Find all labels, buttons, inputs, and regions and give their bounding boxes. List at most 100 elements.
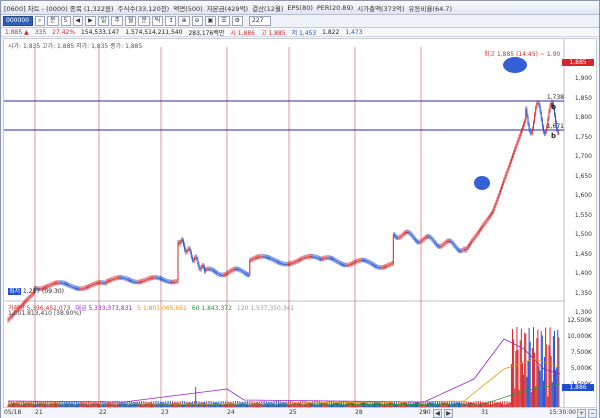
volume-axis-label: 10,000K	[567, 333, 592, 340]
toolbar-button[interactable]: ▶	[85, 16, 96, 26]
candle-body	[463, 248, 465, 250]
candle-body	[136, 282, 138, 284]
volume-bar	[8, 401, 10, 407]
time-axis-label: 25	[289, 409, 297, 416]
candle-body	[60, 282, 62, 284]
toolbar-button[interactable]: 월	[124, 16, 137, 26]
toolbar-button[interactable]: ◀	[72, 16, 84, 26]
candle-body	[464, 248, 466, 251]
volume-bar	[166, 404, 168, 407]
candle-body	[403, 233, 405, 235]
volume-bar	[197, 404, 199, 407]
volume-bar	[51, 401, 53, 407]
candle-body	[311, 256, 313, 258]
volume-legend-item: 120 1,537,350,341	[236, 305, 295, 312]
candle-body	[507, 167, 509, 171]
volume-bar	[290, 401, 292, 407]
low-text: 1,257 (09:30)	[22, 288, 65, 295]
candle-body	[499, 189, 501, 193]
price-summary-item: 154,533,147	[81, 28, 120, 36]
candle-body	[400, 236, 402, 238]
candle-body	[377, 266, 379, 268]
price-axis-label: 1,300	[574, 309, 592, 316]
candle-body	[91, 284, 93, 286]
candle-body	[277, 261, 279, 263]
search-icon[interactable]: ⌕	[35, 16, 45, 26]
candle-body	[9, 317, 11, 319]
candle-body	[360, 260, 362, 262]
zoom-in-icon[interactable]: +	[577, 409, 586, 418]
candle-body	[88, 286, 90, 288]
volume-bar	[285, 401, 287, 407]
candle-body	[379, 267, 381, 269]
candle-body	[165, 280, 167, 282]
stock-code-input[interactable]: 000000	[3, 16, 33, 26]
volume-bar	[485, 401, 487, 407]
chart-area[interactable]: 시가: 1,835 고가: 1,885 저가: 1,835 종가: 1,885 …	[3, 38, 598, 409]
candle-body	[285, 264, 287, 266]
volume-bar	[170, 403, 172, 407]
candle-body	[67, 284, 69, 286]
toolbar-button[interactable]: ⚙	[231, 16, 243, 26]
toolbar-button[interactable]: 틱	[151, 16, 164, 26]
candle-body	[378, 267, 380, 269]
scroll-right-icon[interactable]: ▶	[444, 409, 453, 418]
toolbar-button[interactable]: ☰	[218, 16, 230, 26]
candle-body	[335, 260, 337, 262]
volume-bar	[233, 404, 235, 407]
ohlc-legend: 시가: 1,835 고가: 1,885 저가: 1,835 종가: 1,885	[8, 43, 143, 50]
volume-bar	[37, 401, 39, 407]
candle-body	[201, 265, 203, 268]
toolbar-button[interactable]: 일	[97, 16, 110, 26]
toolbar-button[interactable]: ⊕	[178, 16, 190, 26]
volume-bar	[94, 402, 96, 407]
highlight-marker	[503, 57, 527, 73]
volume-bar	[547, 396, 549, 407]
candle-body	[447, 240, 449, 242]
candle-body	[548, 111, 550, 119]
volume-bar	[392, 403, 394, 407]
candle-body	[317, 257, 319, 259]
toolbar-button[interactable]: ⊖	[191, 16, 203, 26]
scroll-left-icon[interactable]: ◀	[433, 409, 442, 418]
candle-body	[64, 283, 66, 285]
volume-bar	[78, 401, 80, 407]
volume-bar	[42, 401, 44, 407]
volume-bar	[507, 403, 509, 407]
title-item: [0600] 차트 - (0000) 종목 (1,322원)	[4, 4, 114, 13]
chart-canvas[interactable]	[4, 39, 598, 409]
toolbar-button[interactable]: ▣	[204, 16, 217, 26]
candle-body	[276, 261, 278, 263]
hline-marker[interactable]: b	[551, 132, 556, 140]
toolbar-button[interactable]: 주	[111, 16, 123, 26]
volume-bar	[260, 403, 262, 407]
toolbar-button[interactable]: ↕	[165, 16, 177, 26]
candle-body	[59, 282, 61, 284]
volume-bar	[45, 401, 47, 407]
volume-bar	[500, 403, 502, 407]
candle-body	[431, 238, 433, 240]
candle-body	[74, 287, 76, 289]
price-summary-item: 1,574,514,211,540	[125, 28, 183, 36]
volume-bar	[340, 401, 342, 407]
candle-body	[432, 239, 434, 241]
hline-marker[interactable]: b	[551, 103, 556, 111]
candle-body	[270, 258, 272, 260]
candle-body	[164, 280, 166, 282]
candle-body	[171, 282, 173, 284]
candle-body	[415, 240, 417, 242]
period-select[interactable]: 분	[47, 16, 59, 26]
candle-body	[350, 263, 352, 265]
tick-select[interactable]: 5	[60, 16, 71, 26]
candle-body	[306, 256, 308, 258]
zoom-out-icon[interactable]: −	[588, 409, 597, 418]
candle-body	[542, 126, 544, 132]
candle-body	[107, 280, 109, 282]
candle-body	[344, 264, 346, 266]
candle-body	[133, 281, 135, 283]
candle-body	[143, 280, 145, 282]
volume-bar	[263, 401, 265, 407]
bar-count-input[interactable]: 227	[248, 16, 271, 26]
toolbar-button[interactable]: 분	[138, 16, 150, 26]
candle-body	[190, 251, 192, 258]
